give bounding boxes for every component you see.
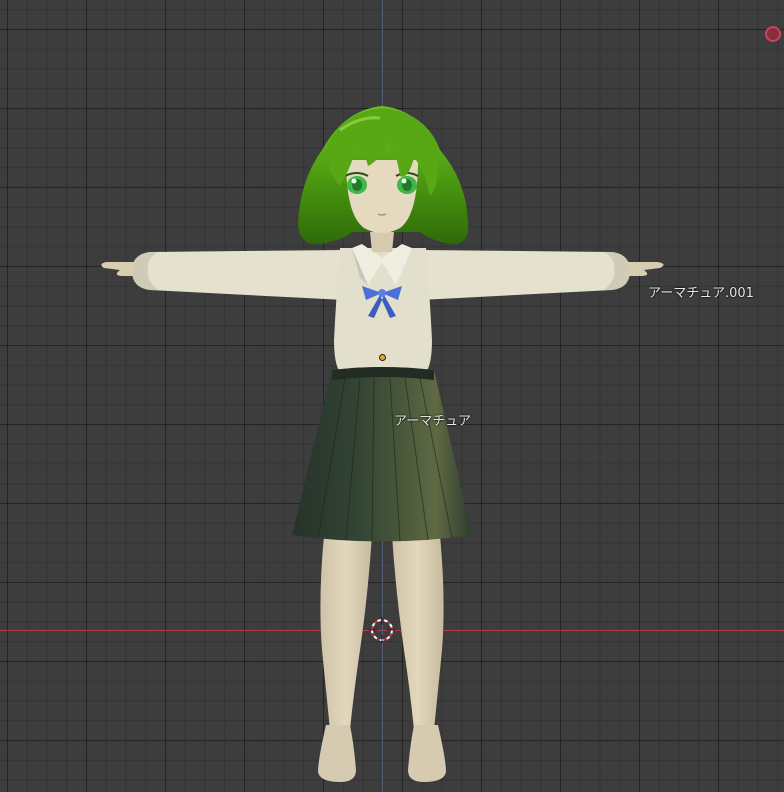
skirt xyxy=(292,367,472,542)
origin-dot-icon[interactable] xyxy=(379,354,386,361)
neck xyxy=(370,232,394,252)
3d-cursor-icon[interactable] xyxy=(369,617,395,643)
character-model[interactable] xyxy=(0,0,784,792)
armature-label: アーマチュア xyxy=(394,414,471,429)
armature-001-label: アーマチュア.001 xyxy=(648,286,754,301)
shirt xyxy=(334,244,432,372)
3d-viewport[interactable]: アーマチュア アーマチュア.001 xyxy=(0,0,784,792)
legs xyxy=(318,535,446,782)
